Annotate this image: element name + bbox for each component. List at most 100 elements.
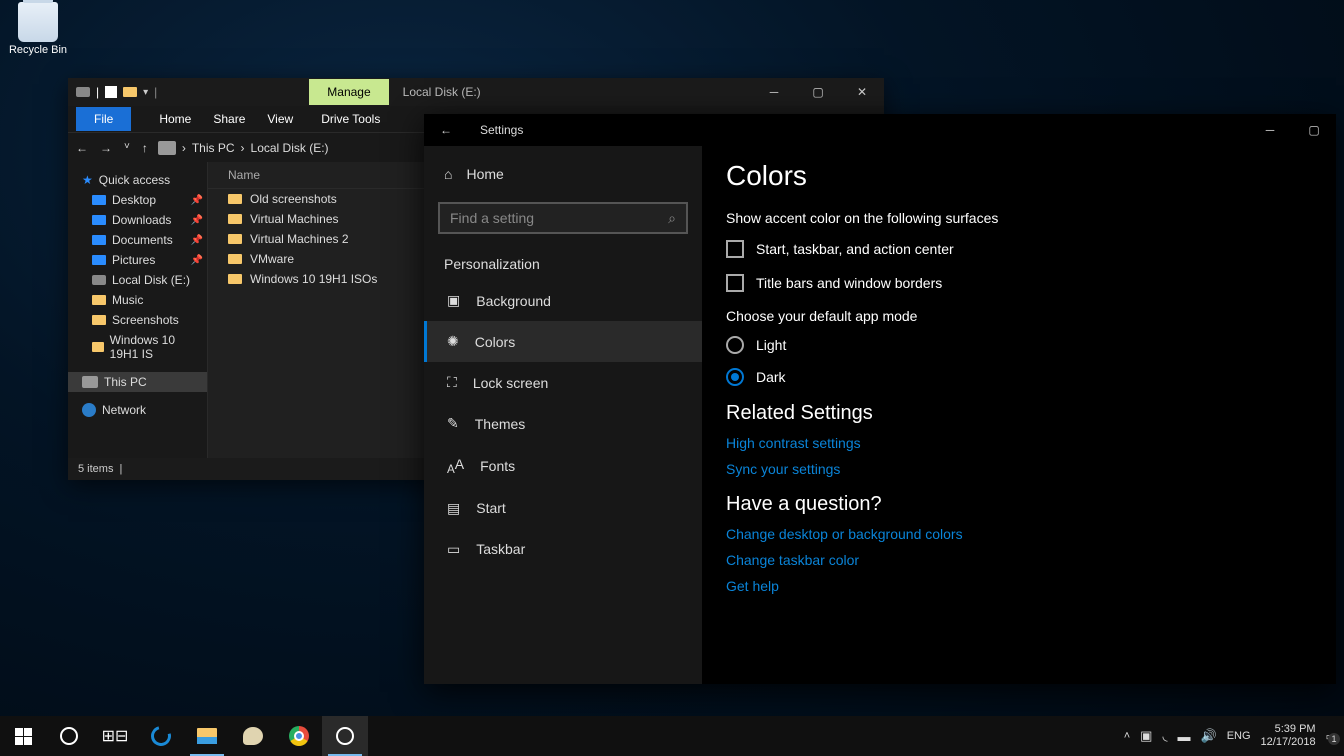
related-heading: Related Settings: [726, 402, 1312, 425]
security-icon[interactable]: ▣: [1140, 728, 1152, 744]
wifi-icon[interactable]: ◟: [1162, 728, 1167, 744]
link-change-colors[interactable]: Change desktop or background colors: [726, 526, 1312, 542]
recycle-bin[interactable]: Recycle Bin: [6, 2, 70, 56]
battery-icon[interactable]: ▬: [1178, 729, 1191, 744]
breadcrumb-this-pc[interactable]: This PC: [192, 141, 235, 155]
explorer-titlebar[interactable]: | ▾ | Manage Local Disk (E:) ─ ▢ ✕: [68, 78, 884, 106]
sidebar-downloads[interactable]: Downloads📌: [68, 210, 207, 230]
sidebar-screenshots[interactable]: Screenshots: [68, 310, 207, 330]
action-center-button[interactable]: ▭ 1: [1326, 730, 1336, 743]
close-button[interactable]: ✕: [840, 78, 884, 106]
tab-home[interactable]: Home: [159, 112, 191, 126]
divider-icon: |: [119, 463, 122, 475]
explorer-sidebar: ★Quick access Desktop📌 Downloads📌 Docume…: [68, 162, 208, 458]
link-sync-settings[interactable]: Sync your settings: [726, 461, 1312, 477]
divider-icon: |: [154, 85, 157, 99]
tab-view[interactable]: View: [267, 112, 293, 126]
nav-themes[interactable]: ✎Themes: [424, 403, 702, 444]
task-view-icon: ⊞⊟: [102, 726, 129, 746]
clock-date: 12/17/2018: [1261, 736, 1316, 749]
sidebar-network[interactable]: Network: [68, 400, 207, 420]
back-button[interactable]: ←: [76, 141, 88, 155]
dropdown-icon[interactable]: ▾: [143, 87, 148, 98]
back-button[interactable]: ←: [440, 123, 458, 137]
status-item-count: 5 items: [78, 463, 113, 475]
task-view-button[interactable]: ⊞⊟: [92, 716, 138, 756]
clock[interactable]: 5:39 PM 12/17/2018: [1261, 723, 1316, 749]
taskbar-file-explorer[interactable]: [184, 716, 230, 756]
folder-icon[interactable]: [123, 87, 137, 97]
taskbar-settings[interactable]: [322, 716, 368, 756]
edge-icon: [147, 722, 174, 749]
radio-dark[interactable]: Dark: [726, 368, 1312, 386]
forward-button[interactable]: →: [100, 141, 112, 155]
nav-colors[interactable]: ✺Colors: [424, 321, 702, 362]
tray-overflow-button[interactable]: ˄: [1124, 730, 1130, 742]
tab-file[interactable]: File: [76, 107, 131, 131]
quick-access-toolbar: | ▾ |: [68, 85, 157, 99]
page-title: Colors: [726, 160, 1312, 192]
start-icon: ▤: [447, 500, 460, 517]
link-get-help[interactable]: Get help: [726, 578, 1312, 594]
chevron-right-icon: ›: [182, 141, 186, 155]
sidebar-local-disk[interactable]: Local Disk (E:): [68, 270, 207, 290]
radio-light[interactable]: Light: [726, 336, 1312, 354]
checkbox-icon: [726, 240, 744, 258]
window-title: Local Disk (E:): [403, 85, 481, 99]
mode-label: Choose your default app mode: [726, 308, 1312, 324]
pc-icon: [158, 141, 176, 155]
history-dropdown[interactable]: ˅: [124, 141, 130, 155]
nav-fonts[interactable]: AAFonts: [424, 444, 702, 488]
notification-badge: 1: [1328, 733, 1340, 745]
volume-icon[interactable]: 🔊: [1201, 728, 1217, 744]
maximize-button[interactable]: ▢: [1292, 123, 1336, 137]
search-icon: ⌕: [668, 210, 676, 227]
taskbar: ⊞⊟ ˄ ▣ ◟ ▬ 🔊 ENG 5:39 PM 12/17/2018 ▭ 1: [0, 716, 1344, 756]
tab-share[interactable]: Share: [213, 112, 245, 126]
tab-drive-tools[interactable]: Drive Tools: [321, 112, 380, 126]
sidebar-this-pc[interactable]: This PC: [68, 372, 207, 392]
sidebar-music[interactable]: Music: [68, 290, 207, 310]
nav-home[interactable]: ⌂ Home: [424, 158, 702, 190]
up-button[interactable]: ↑: [142, 141, 148, 155]
folder-icon: [197, 728, 217, 744]
properties-icon[interactable]: [105, 86, 117, 98]
minimize-button[interactable]: ─: [752, 78, 796, 106]
language-indicator[interactable]: ENG: [1227, 730, 1251, 742]
search-input[interactable]: Find a setting ⌕: [438, 202, 688, 234]
sidebar-documents[interactable]: Documents📌: [68, 230, 207, 250]
taskbar-paint[interactable]: [230, 716, 276, 756]
sidebar-desktop[interactable]: Desktop📌: [68, 190, 207, 210]
sidebar-quick-access[interactable]: ★Quick access: [68, 170, 207, 190]
checkbox-start-taskbar[interactable]: Start, taskbar, and action center: [726, 240, 1312, 258]
link-change-taskbar-color[interactable]: Change taskbar color: [726, 552, 1312, 568]
checkbox-title-bars[interactable]: Title bars and window borders: [726, 274, 1312, 292]
settings-content: Colors Show accent color on the followin…: [702, 146, 1336, 684]
checkbox-icon: [726, 274, 744, 292]
taskbar-chrome[interactable]: [276, 716, 322, 756]
windows-icon: [15, 728, 32, 745]
link-high-contrast[interactable]: High contrast settings: [726, 435, 1312, 451]
minimize-button[interactable]: ─: [1248, 123, 1292, 137]
nav-background[interactable]: ▣Background: [424, 280, 702, 321]
maximize-button[interactable]: ▢: [796, 78, 840, 106]
breadcrumb-location[interactable]: Local Disk (E:): [251, 141, 329, 155]
nav-lock-screen[interactable]: ⛶Lock screen: [424, 362, 702, 403]
cortana-button[interactable]: [46, 716, 92, 756]
clock-time: 5:39 PM: [1261, 723, 1316, 736]
nav-taskbar[interactable]: ▭Taskbar: [424, 529, 702, 570]
settings-titlebar[interactable]: ← Settings ─ ▢: [424, 114, 1336, 146]
manage-tab[interactable]: Manage: [309, 79, 388, 105]
settings-window: ← Settings ─ ▢ ⌂ Home Find a setting ⌕ P…: [424, 114, 1336, 684]
picture-icon: ▣: [447, 292, 460, 309]
settings-sidebar: ⌂ Home Find a setting ⌕ Personalization …: [424, 146, 702, 684]
sidebar-pictures[interactable]: Pictures📌: [68, 250, 207, 270]
nav-start[interactable]: ▤Start: [424, 488, 702, 529]
sidebar-isos[interactable]: Windows 10 19H1 IS: [68, 330, 207, 364]
taskbar-edge[interactable]: [138, 716, 184, 756]
disk-icon: [76, 87, 90, 97]
start-button[interactable]: [0, 716, 46, 756]
home-icon: ⌂: [444, 166, 452, 182]
recycle-bin-label: Recycle Bin: [6, 44, 70, 56]
system-tray: ˄ ▣ ◟ ▬ 🔊 ENG 5:39 PM 12/17/2018 ▭ 1: [1124, 723, 1344, 749]
